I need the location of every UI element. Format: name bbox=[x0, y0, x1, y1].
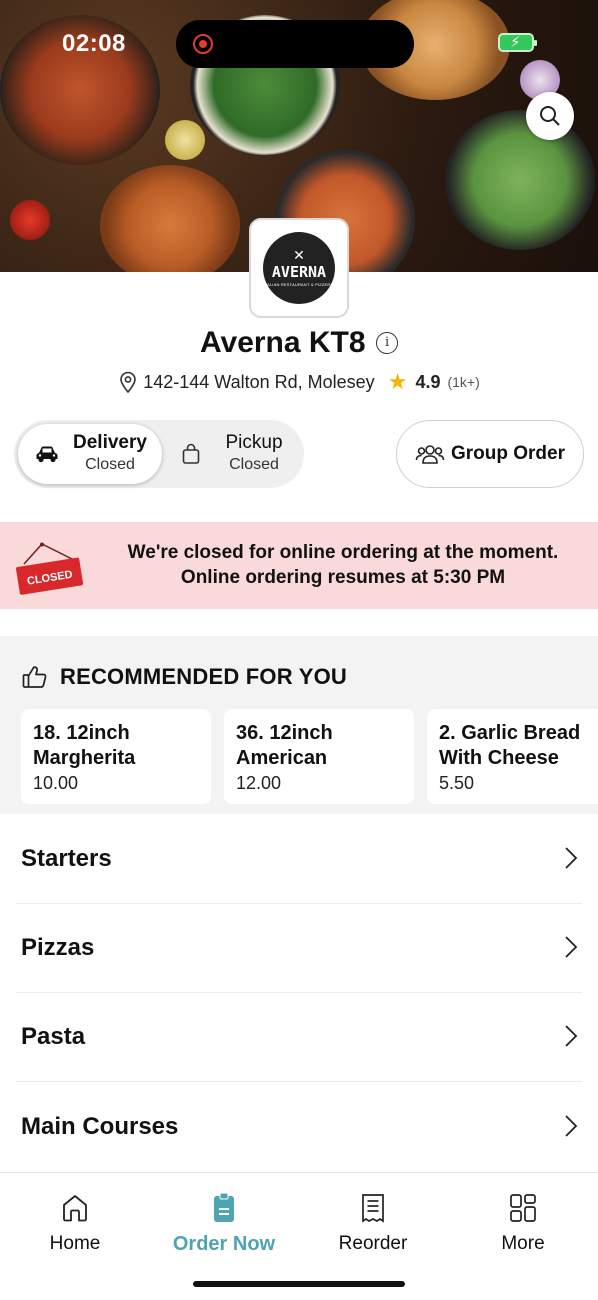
category-starters[interactable]: Starters bbox=[0, 815, 598, 904]
category-pasta[interactable]: Pasta bbox=[0, 993, 598, 1082]
group-order-label: Group Order bbox=[450, 443, 565, 464]
closed-message-line2: Online ordering resumes at 5:30 PM bbox=[180, 567, 506, 588]
search-icon bbox=[540, 106, 560, 126]
pickup-option[interactable]: Pickup Closed bbox=[162, 424, 306, 484]
closed-sign-icon: CLOSED bbox=[16, 542, 84, 595]
status-time: 02:08 bbox=[62, 30, 126, 57]
pickup-label: Pickup bbox=[225, 432, 283, 453]
recommended-item-name: 36. 12inch bbox=[236, 722, 333, 744]
logo-subtitle: ITALIAN RESTAURANT & PIZZERIA bbox=[263, 282, 335, 287]
recommended-item[interactable]: 2. Garlic Bread With Cheese 5.50 bbox=[427, 709, 598, 804]
group-order-button[interactable]: Group Order bbox=[396, 420, 584, 488]
search-button[interactable] bbox=[526, 92, 574, 140]
restaurant-address: 142-144 Walton Rd, Molesey bbox=[143, 371, 375, 392]
chevron-right-icon bbox=[565, 1115, 578, 1137]
tab-reorder-label: Reorder bbox=[338, 1233, 408, 1254]
cutlery-icon: ✕ bbox=[293, 247, 305, 263]
home-icon bbox=[63, 1195, 87, 1222]
recommended-header: RECOMMENDED FOR YOU bbox=[22, 664, 347, 690]
rating-value: 4.9 bbox=[415, 371, 441, 392]
people-icon bbox=[415, 445, 445, 464]
order-icon bbox=[214, 1192, 234, 1222]
category-label: Main Courses bbox=[21, 1113, 179, 1140]
delivery-label: Delivery bbox=[73, 432, 147, 453]
closed-message: We're closed for online ordering at the … bbox=[100, 540, 586, 590]
delivery-status: Closed bbox=[85, 456, 135, 473]
recommended-item-name: 2. Garlic Bread bbox=[439, 722, 581, 744]
category-label: Pizzas bbox=[21, 934, 95, 961]
bag-icon bbox=[182, 443, 200, 464]
dynamic-island bbox=[176, 20, 414, 68]
tab-reorder[interactable]: Reorder bbox=[298, 1191, 448, 1255]
grid-icon bbox=[510, 1194, 536, 1222]
chevron-right-icon bbox=[565, 847, 578, 869]
info-icon[interactable]: i bbox=[376, 332, 399, 354]
tab-more[interactable]: More bbox=[448, 1191, 598, 1255]
restaurant-name: Averna KT8 bbox=[199, 326, 366, 359]
recommended-title: RECOMMENDED FOR YOU bbox=[60, 664, 347, 689]
closed-banner: CLOSED We're closed for online ordering … bbox=[0, 522, 598, 609]
thumbs-up-icon bbox=[22, 666, 47, 688]
chevron-right-icon bbox=[565, 936, 578, 958]
tab-more-label: More bbox=[501, 1233, 545, 1254]
home-indicator bbox=[193, 1281, 405, 1287]
order-mode-toggle: Delivery Closed Pickup Closed bbox=[14, 420, 304, 488]
category-pizzas[interactable]: Pizzas bbox=[0, 904, 598, 993]
restaurant-meta: 142-144 Walton Rd, Molesey ★ 4.9 (1k+) bbox=[0, 369, 598, 395]
restaurant-title-row: Averna KT8 i bbox=[0, 326, 598, 360]
tab-home[interactable]: Home bbox=[0, 1191, 150, 1255]
pickup-status: Closed bbox=[229, 456, 279, 473]
battery-icon: ⚡ bbox=[498, 33, 537, 52]
restaurant-logo: ✕ AVERNA ITALIAN RESTAURANT & PIZZERIA bbox=[249, 218, 349, 318]
recommended-item-price: 5.50 bbox=[439, 773, 475, 793]
category-main-courses[interactable]: Main Courses bbox=[0, 1083, 598, 1172]
recording-icon bbox=[193, 34, 213, 54]
tab-home-label: Home bbox=[49, 1233, 101, 1254]
location-pin-icon bbox=[120, 371, 137, 393]
tab-order-now[interactable]: Order Now bbox=[149, 1191, 299, 1256]
recommended-item-name: 18. 12inch bbox=[33, 722, 130, 744]
category-label: Pasta bbox=[21, 1023, 86, 1050]
recommended-item[interactable]: 18. 12inch Margherita 10.00 bbox=[21, 709, 211, 804]
recommended-item-name: American bbox=[236, 747, 328, 769]
closed-message-line1: We're closed for online ordering at the … bbox=[127, 542, 559, 563]
recommended-item-price: 10.00 bbox=[33, 773, 79, 793]
delivery-option[interactable]: Delivery Closed bbox=[18, 424, 162, 484]
recommended-item[interactable]: 36. 12inch American 12.00 bbox=[224, 709, 414, 804]
receipt-icon bbox=[362, 1194, 384, 1223]
star-icon: ★ bbox=[387, 369, 408, 394]
recommended-item-name: With Cheese bbox=[439, 747, 559, 769]
logo-badge: ✕ AVERNA ITALIAN RESTAURANT & PIZZERIA bbox=[263, 232, 335, 304]
recommended-section: RECOMMENDED FOR YOU 18. 12inch Margherit… bbox=[0, 636, 598, 814]
chevron-right-icon bbox=[565, 1025, 578, 1047]
recommended-item-name: Margherita bbox=[33, 747, 136, 769]
rating-count: (1k+) bbox=[447, 374, 480, 390]
category-label: Starters bbox=[21, 845, 112, 872]
tab-order-now-label: Order Now bbox=[172, 1233, 276, 1255]
logo-name: AVERNA bbox=[271, 263, 327, 281]
recommended-item-price: 12.00 bbox=[236, 773, 282, 793]
car-icon bbox=[36, 446, 58, 463]
